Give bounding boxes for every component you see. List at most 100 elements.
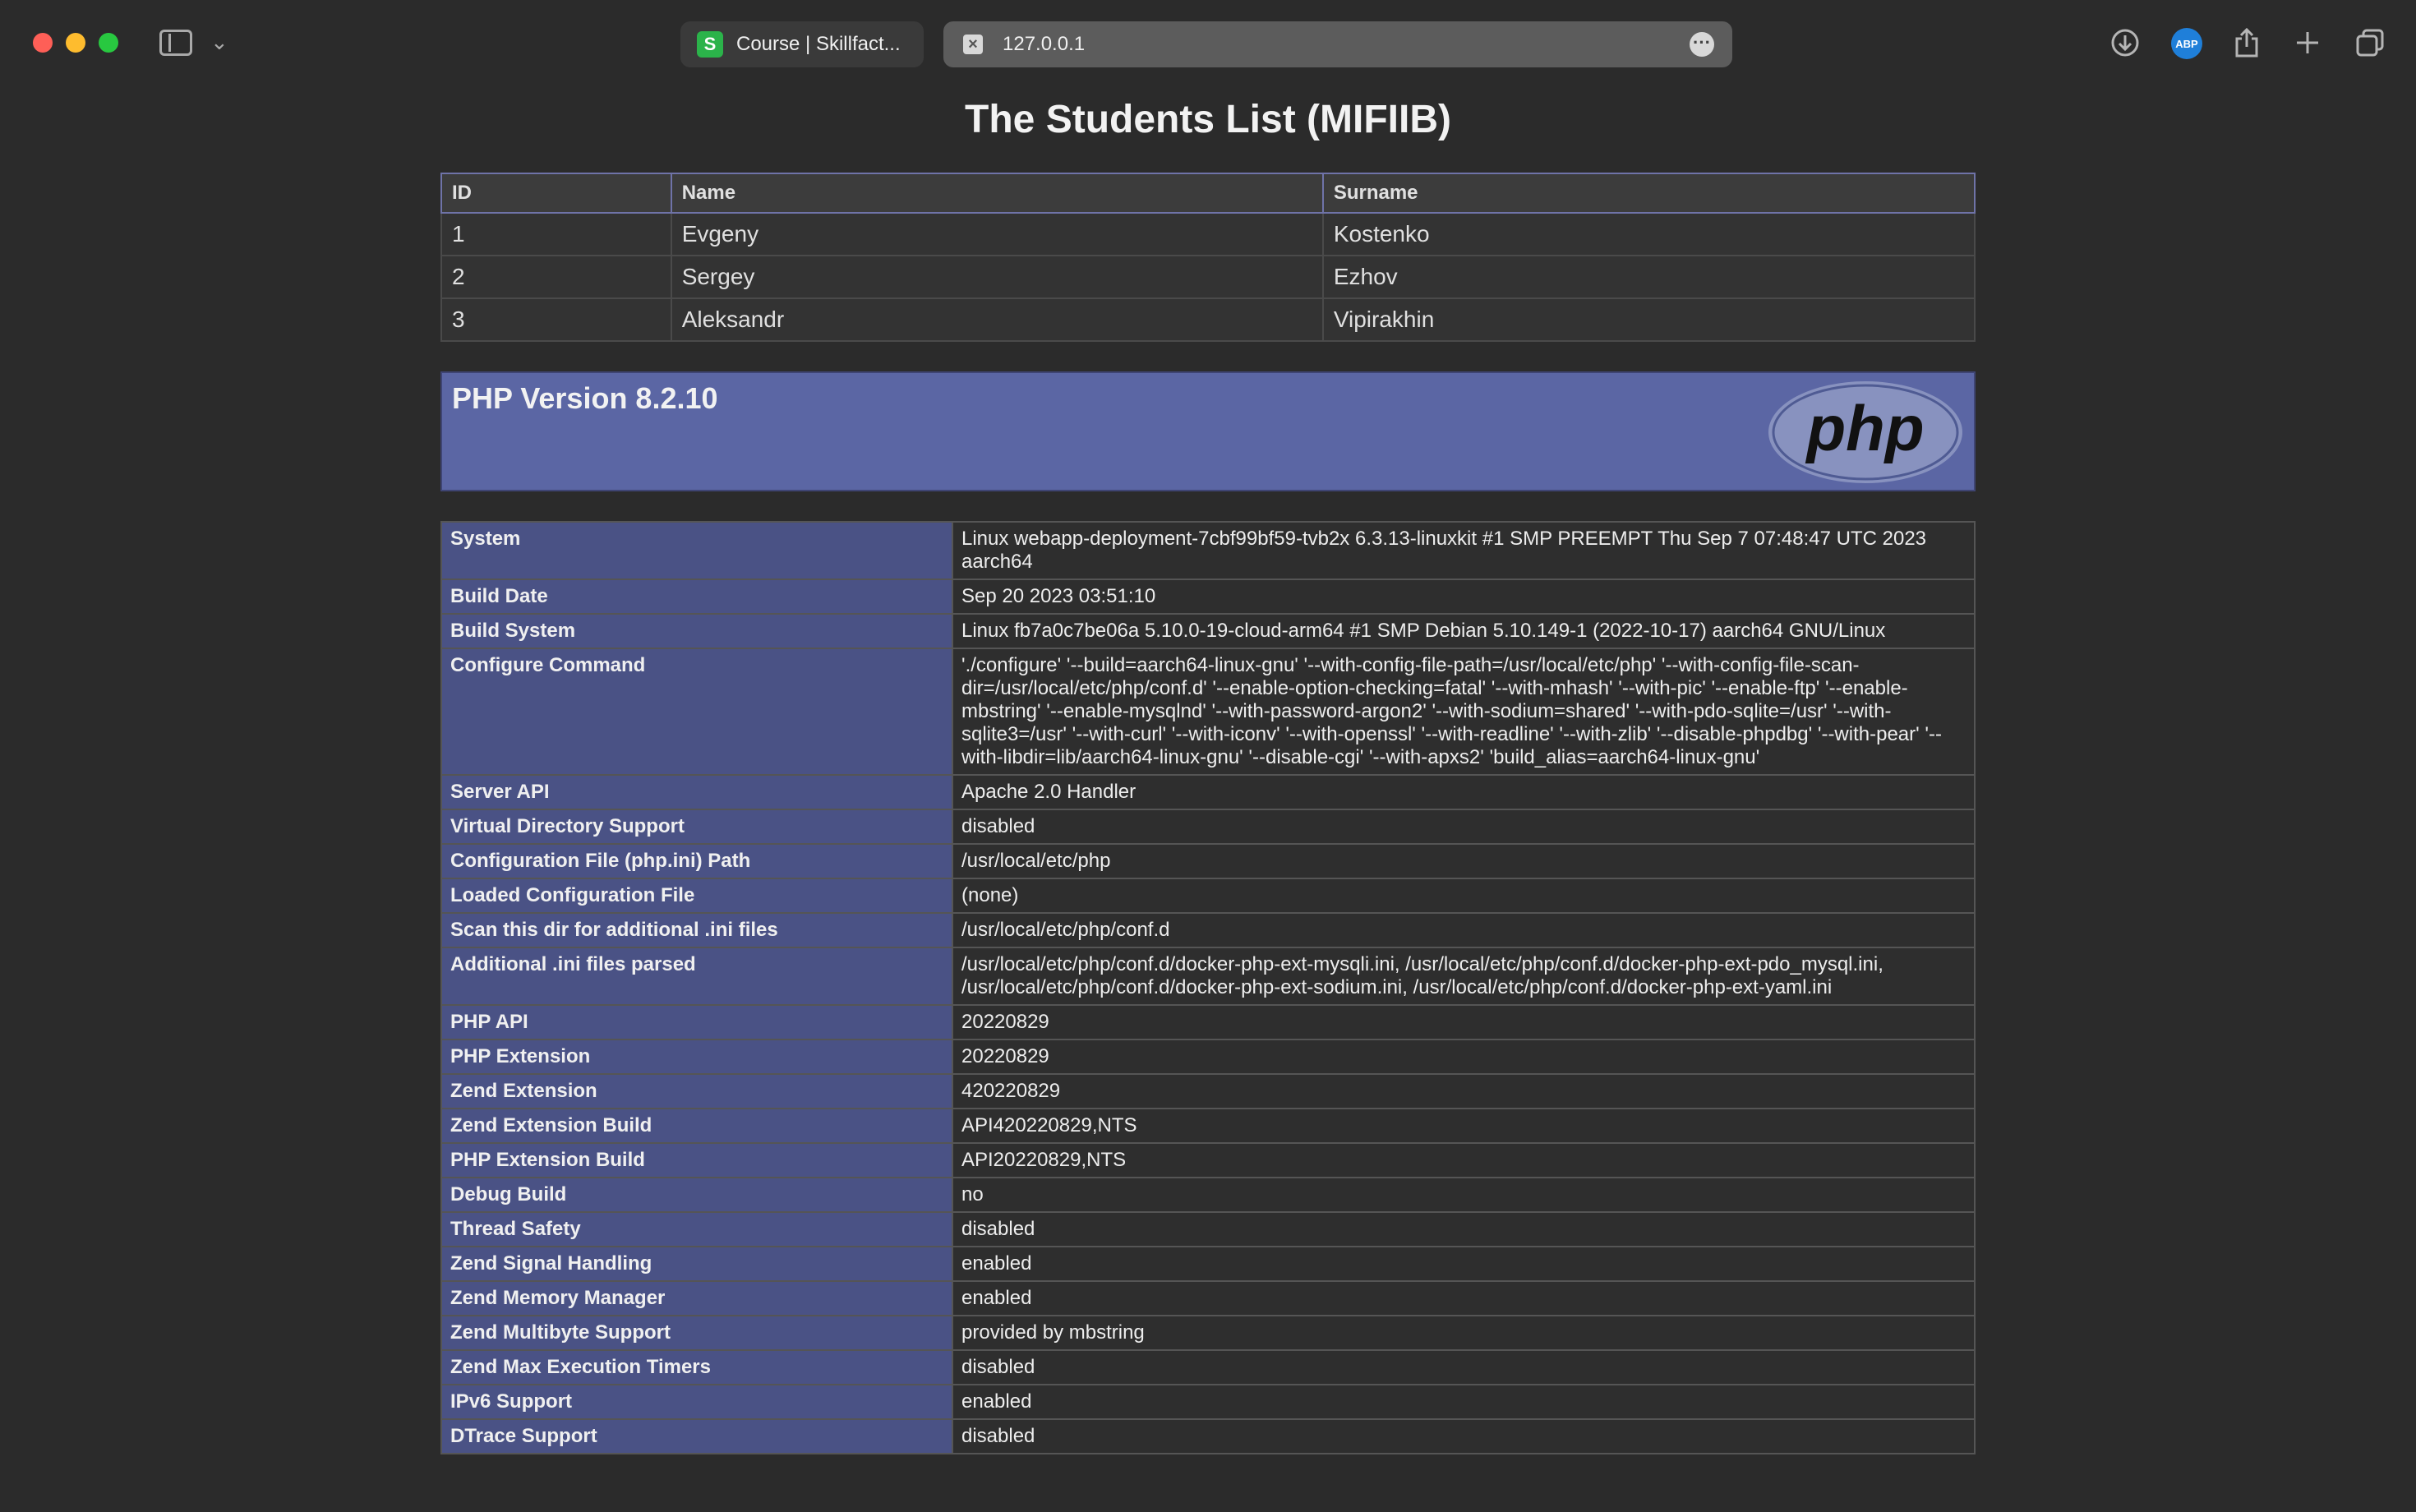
php-logo-text: php	[1805, 392, 1925, 464]
tab-label: 127.0.0.1	[1003, 33, 1086, 55]
adblock-icon[interactable]: ABP	[2171, 28, 2202, 59]
info-label: Debug Build	[440, 1177, 953, 1213]
info-label: Build Date	[440, 579, 953, 615]
table-row: Build System Linux fb7a0c7be06a 5.10.0-19…	[440, 613, 1976, 649]
tab-label: Course | Skillfact...	[736, 33, 901, 55]
table-row: System Linux webapp-deployment-7cbf99bf59…	[440, 521, 1976, 580]
info-value: 20220829	[952, 1004, 1976, 1040]
info-value: no	[952, 1177, 1976, 1213]
table-row: DTrace Support disabled	[440, 1418, 1976, 1454]
info-value: disabled	[952, 809, 1976, 845]
share-icon[interactable]	[2230, 26, 2263, 59]
column-header-surname: Surname	[1321, 173, 1976, 214]
sidebar-toggle-icon[interactable]	[159, 30, 192, 56]
info-value: disabled	[952, 1349, 1976, 1385]
table-row: IPv6 Support enabled	[440, 1384, 1976, 1420]
table-row: Configuration File (php.ini) Path/usr/lo…	[440, 843, 1976, 879]
info-value: API20220829,NTS	[952, 1142, 1976, 1178]
students-table: ID Name Surname 1 Evgeny Kostenko 2 Serg…	[440, 173, 1976, 342]
info-label: Zend Signal Handling	[440, 1246, 953, 1282]
php-version-title: PHP Version 8.2.10	[452, 381, 718, 415]
cell-name: Sergey	[670, 255, 1324, 299]
info-value: /usr/local/etc/php/conf.d/docker-php-ext…	[952, 947, 1976, 1006]
browser-toolbar: ⌄ S Course | Skillfact... × 127.0.0.1 ··…	[0, 0, 2416, 87]
info-label: PHP Extension	[440, 1039, 953, 1075]
tab-overview-icon[interactable]	[2354, 26, 2386, 59]
table-row: Build Date Sep 20 2023 03:51:10	[440, 579, 1976, 615]
php-version-header: PHP Version 8.2.10 php	[440, 371, 1976, 491]
page-icon: ×	[963, 35, 983, 54]
table-row: 1 Evgeny Kostenko	[440, 212, 1976, 256]
info-label: Virtual Directory Support	[440, 809, 953, 845]
new-tab-icon[interactable]	[2291, 26, 2324, 59]
chevron-down-icon[interactable]: ⌄	[210, 30, 228, 55]
info-value: './configure' '--build=aarch64-linux-gnu…	[952, 648, 1976, 776]
page-title: The Students List (MIFIIB)	[965, 98, 1451, 141]
info-value: /usr/local/etc/php/conf.d	[952, 912, 1976, 948]
more-options-icon[interactable]: ···	[1690, 32, 1714, 57]
minimize-window-button[interactable]	[66, 33, 85, 53]
table-row: Configure Command './configure' '--build=…	[440, 648, 1976, 776]
info-value: Linux fb7a0c7be06a 5.10.0-19-cloud-arm64…	[952, 613, 1976, 649]
info-label: Zend Memory Manager	[440, 1280, 953, 1316]
table-row: Scan this dir for additional .ini files /…	[440, 912, 1976, 948]
column-header-id: ID	[440, 173, 672, 214]
info-label: PHP Extension Build	[440, 1142, 953, 1178]
info-value: enabled	[952, 1246, 1976, 1282]
column-header-name: Name	[670, 173, 1324, 214]
info-label: Thread Safety	[440, 1211, 953, 1247]
info-value: Apache 2.0 Handler	[952, 774, 1976, 810]
tab-course-skillfactory[interactable]: S Course | Skillfact...	[680, 21, 924, 67]
table-row: 3 Aleksandr Vipirakhin	[440, 297, 1976, 342]
info-label: Zend Multibyte Support	[440, 1315, 953, 1351]
php-logo-icon[interactable]: php	[1767, 380, 1964, 485]
download-icon[interactable]	[2109, 26, 2142, 59]
info-label: Configure Command	[440, 648, 953, 776]
info-value: disabled	[952, 1211, 1976, 1247]
info-label: Additional .ini files parsed	[440, 947, 953, 1006]
info-value: API420220829,NTS	[952, 1108, 1976, 1144]
info-value: enabled	[952, 1384, 1976, 1420]
info-label: Zend Extension	[440, 1073, 953, 1109]
table-row: Debug Build no	[440, 1177, 1976, 1213]
info-label: Server API	[440, 774, 953, 810]
phpinfo-table: System Linux webapp-deployment-7cbf99bf59…	[440, 521, 1976, 1454]
info-label: System	[440, 521, 953, 580]
cell-surname: Vipirakhin	[1321, 297, 1976, 342]
info-value: 20220829	[952, 1039, 1976, 1075]
cell-id: 3	[440, 297, 672, 342]
table-row: Zend Extension 420220829	[440, 1073, 1976, 1109]
cell-id: 2	[440, 255, 672, 299]
info-label: Configuration File (php.ini) Path	[440, 843, 953, 879]
skillfactory-icon: S	[697, 31, 723, 58]
table-row: Zend Memory Manager enabled	[440, 1280, 1976, 1316]
tab-localhost[interactable]: × 127.0.0.1 ···	[943, 21, 1732, 67]
info-value: (none)	[952, 878, 1976, 914]
cell-id: 1	[440, 212, 672, 256]
info-label: DTrace Support	[440, 1418, 953, 1454]
close-window-button[interactable]	[33, 33, 53, 53]
adblock-label: ABP	[2175, 37, 2198, 50]
info-value: 420220829	[952, 1073, 1976, 1109]
info-label: Zend Extension Build	[440, 1108, 953, 1144]
table-header-row: ID Name Surname	[440, 173, 1976, 214]
zoom-window-button[interactable]	[99, 33, 118, 53]
cell-surname: Kostenko	[1321, 212, 1976, 256]
info-label: Build System	[440, 613, 953, 649]
info-value: disabled	[952, 1418, 1976, 1454]
info-label: IPv6 Support	[440, 1384, 953, 1420]
info-value: Sep 20 2023 03:51:10	[952, 579, 1976, 615]
info-value: enabled	[952, 1280, 1976, 1316]
info-label: PHP API	[440, 1004, 953, 1040]
table-row: Thread Safety disabled	[440, 1211, 1976, 1247]
table-row: 2 Sergey Ezhov	[440, 255, 1976, 299]
info-label: Zend Max Execution Timers	[440, 1349, 953, 1385]
info-value: provided by mbstring	[952, 1315, 1976, 1351]
table-row: Additional .ini files parsed/usr/local/e…	[440, 947, 1976, 1006]
table-row: Zend Signal Handling enabled	[440, 1246, 1976, 1282]
table-row: PHP Extension 20220829	[440, 1039, 1976, 1075]
table-row: Zend Multibyte Support provided by mbstri…	[440, 1315, 1976, 1351]
table-row: PHP Extension Build API20220829,NTS	[440, 1142, 1976, 1178]
cell-surname: Ezhov	[1321, 255, 1976, 299]
table-row: Server API Apache 2.0 Handler	[440, 774, 1976, 810]
